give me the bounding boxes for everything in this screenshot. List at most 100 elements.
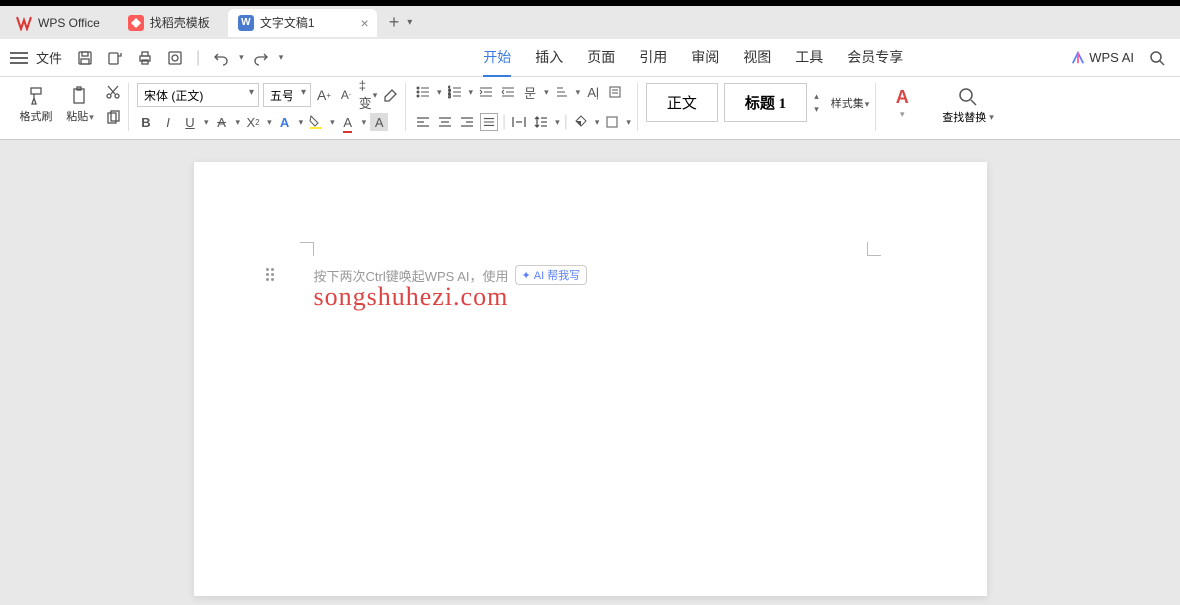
ribbon-group-styles: 正文 标题 1 ▴ ▾ 样式集▾ [640,83,876,131]
bold-icon[interactable]: B [137,113,155,131]
ribbon-group-editing: A ▾ [878,83,926,131]
menu-tab-reference[interactable]: 引用 [639,39,667,77]
ai-logo-icon [1071,51,1085,65]
separator: | [196,49,200,67]
svg-text:3: 3 [448,94,451,99]
redo-icon[interactable] [248,45,274,71]
document-canvas: 按下两次Ctrl键唤起WPS AI，使用 ✦ AI 帮我写 songshuhez… [0,140,1180,596]
align-justify-icon[interactable] [480,113,498,131]
tab-label: WPS Office [38,16,100,30]
print-icon[interactable] [132,45,158,71]
wps-logo-icon [16,15,32,31]
font-family-select[interactable] [137,83,259,107]
increase-font-icon[interactable]: A+ [315,86,333,104]
undo-icon[interactable] [208,45,234,71]
ai-help-chip[interactable]: ✦ AI 帮我写 [515,265,588,285]
magnifier-icon [958,87,978,107]
shading-icon[interactable] [572,113,590,131]
italic-icon[interactable]: I [159,113,177,131]
char-shading-icon[interactable]: A [370,113,388,131]
search-icon[interactable] [1144,45,1170,71]
ribbon-group-search: 查找替换▾ [928,83,1008,131]
margin-corner-tl [300,242,314,256]
tab-document[interactable]: W 文字文稿1 × [228,9,377,37]
line-spacing-icon[interactable] [532,113,550,131]
print-preview-icon[interactable] [162,45,188,71]
sort-icon[interactable] [553,83,571,101]
find-replace-button[interactable]: 查找替换▾ [934,83,1002,129]
menu-tab-insert[interactable]: 插入 [535,39,563,77]
redo-dropdown[interactable]: ▾ [279,52,284,63]
clear-format-icon[interactable] [381,86,399,104]
sparkle-icon: ✦ [522,269,531,282]
menu-tab-view[interactable]: 视图 [743,39,771,77]
paste-button[interactable]: 粘贴▾ [60,84,100,126]
distribute-icon[interactable] [510,113,528,131]
menu-bar: 文件 | ▾ ▾ 开始 插入 页面 引用 审阅 视图 工具 会员专享 [0,39,1180,77]
menu-tab-start[interactable]: 开始 [483,39,511,77]
align-left-icon[interactable] [414,113,432,131]
style-heading-1[interactable]: 标题 1 [724,83,807,122]
tab-label: 文字文稿1 [260,14,315,31]
save-icon[interactable] [72,45,98,71]
copy-icon[interactable] [104,109,122,127]
underline-icon[interactable]: U [181,113,199,131]
docer-icon [128,15,144,31]
strikethrough-icon[interactable]: A [213,113,231,131]
export-icon[interactable] [102,45,128,71]
phonetic-guide-icon[interactable]: ‡变▾ [359,86,377,104]
text-effect-icon[interactable]: A [276,113,294,131]
document-page[interactable]: 按下两次Ctrl键唤起WPS AI，使用 ✦ AI 帮我写 songshuhez… [194,162,987,596]
menu-tab-member[interactable]: 会员专享 [847,39,903,77]
style-set-button[interactable]: 样式集▾ [831,95,870,111]
format-painter-button[interactable]: 格式刷 [16,84,56,126]
file-menu[interactable]: 文件 [36,48,62,67]
menu-tab-review[interactable]: 审阅 [691,39,719,77]
ribbon: 格式刷 粘贴▾ A+ A- ‡变▾ [0,77,1180,140]
style-scroll-down[interactable]: ▾ [814,104,819,115]
bullet-list-icon[interactable] [414,83,432,101]
align-center-icon[interactable] [436,113,454,131]
tab-docer-template[interactable]: 找稻壳模板 [118,9,224,37]
cut-icon[interactable] [104,83,122,101]
wps-ai-label: WPS AI [1089,50,1134,65]
text-effects-icon: A [892,87,912,107]
decrease-font-icon[interactable]: A- [337,86,355,104]
ribbon-group-paragraph: ▾ 123▾ 문▾ ▾ Aļ | ▾ | ▾ ▾ [408,83,638,131]
menu-tabs: 开始 插入 页面 引用 审阅 视图 工具 会员专享 [483,39,903,77]
new-tab-dropdown[interactable]: ▾ [407,17,412,28]
text-direction-icon[interactable]: 문 [521,83,539,101]
paragraph-handle-icon[interactable] [266,268,274,281]
text-effects-button[interactable]: A ▾ [884,83,920,124]
increase-indent-icon[interactable] [499,83,517,101]
highlight-icon[interactable] [307,113,325,131]
border-icon[interactable] [603,113,621,131]
menu-right: WPS AI [1071,45,1170,71]
menu-tab-tools[interactable]: 工具 [795,39,823,77]
tab-close-icon[interactable]: × [361,15,369,31]
line-wrap-icon[interactable]: Aļ [584,83,602,101]
tab-label: 找稻壳模板 [150,14,210,31]
show-marks-icon[interactable] [606,83,624,101]
decrease-indent-icon[interactable] [477,83,495,101]
font-color-icon[interactable]: A [339,113,357,131]
undo-dropdown[interactable]: ▾ [239,52,244,63]
menu-tab-page[interactable]: 页面 [587,39,615,77]
ribbon-group-clipboard: 格式刷 粘贴▾ [10,83,129,131]
font-size-select[interactable] [263,83,311,107]
margin-corner-tr [867,242,881,256]
menu-left: 文件 | ▾ ▾ [10,45,283,71]
tab-bar: WPS Office 找稻壳模板 W 文字文稿1 × + ▾ [0,6,1180,39]
format-painter-icon [26,86,46,106]
align-right-icon[interactable] [458,113,476,131]
wps-ai-button[interactable]: WPS AI [1071,50,1134,65]
style-scroll-up[interactable]: ▴ [814,91,819,102]
number-list-icon[interactable]: 123 [446,83,464,101]
ribbon-group-font: A+ A- ‡变▾ B I U▾ A▾ X2▾ A▾ ▾ A ▾ A [131,83,406,131]
word-doc-icon: W [238,15,254,31]
hamburger-icon[interactable] [10,52,28,64]
tab-wps-home[interactable]: WPS Office [6,9,114,37]
new-tab-button[interactable]: + [389,12,400,33]
style-normal[interactable]: 正文 [646,83,718,122]
superscript-icon[interactable]: X2 [244,113,262,131]
